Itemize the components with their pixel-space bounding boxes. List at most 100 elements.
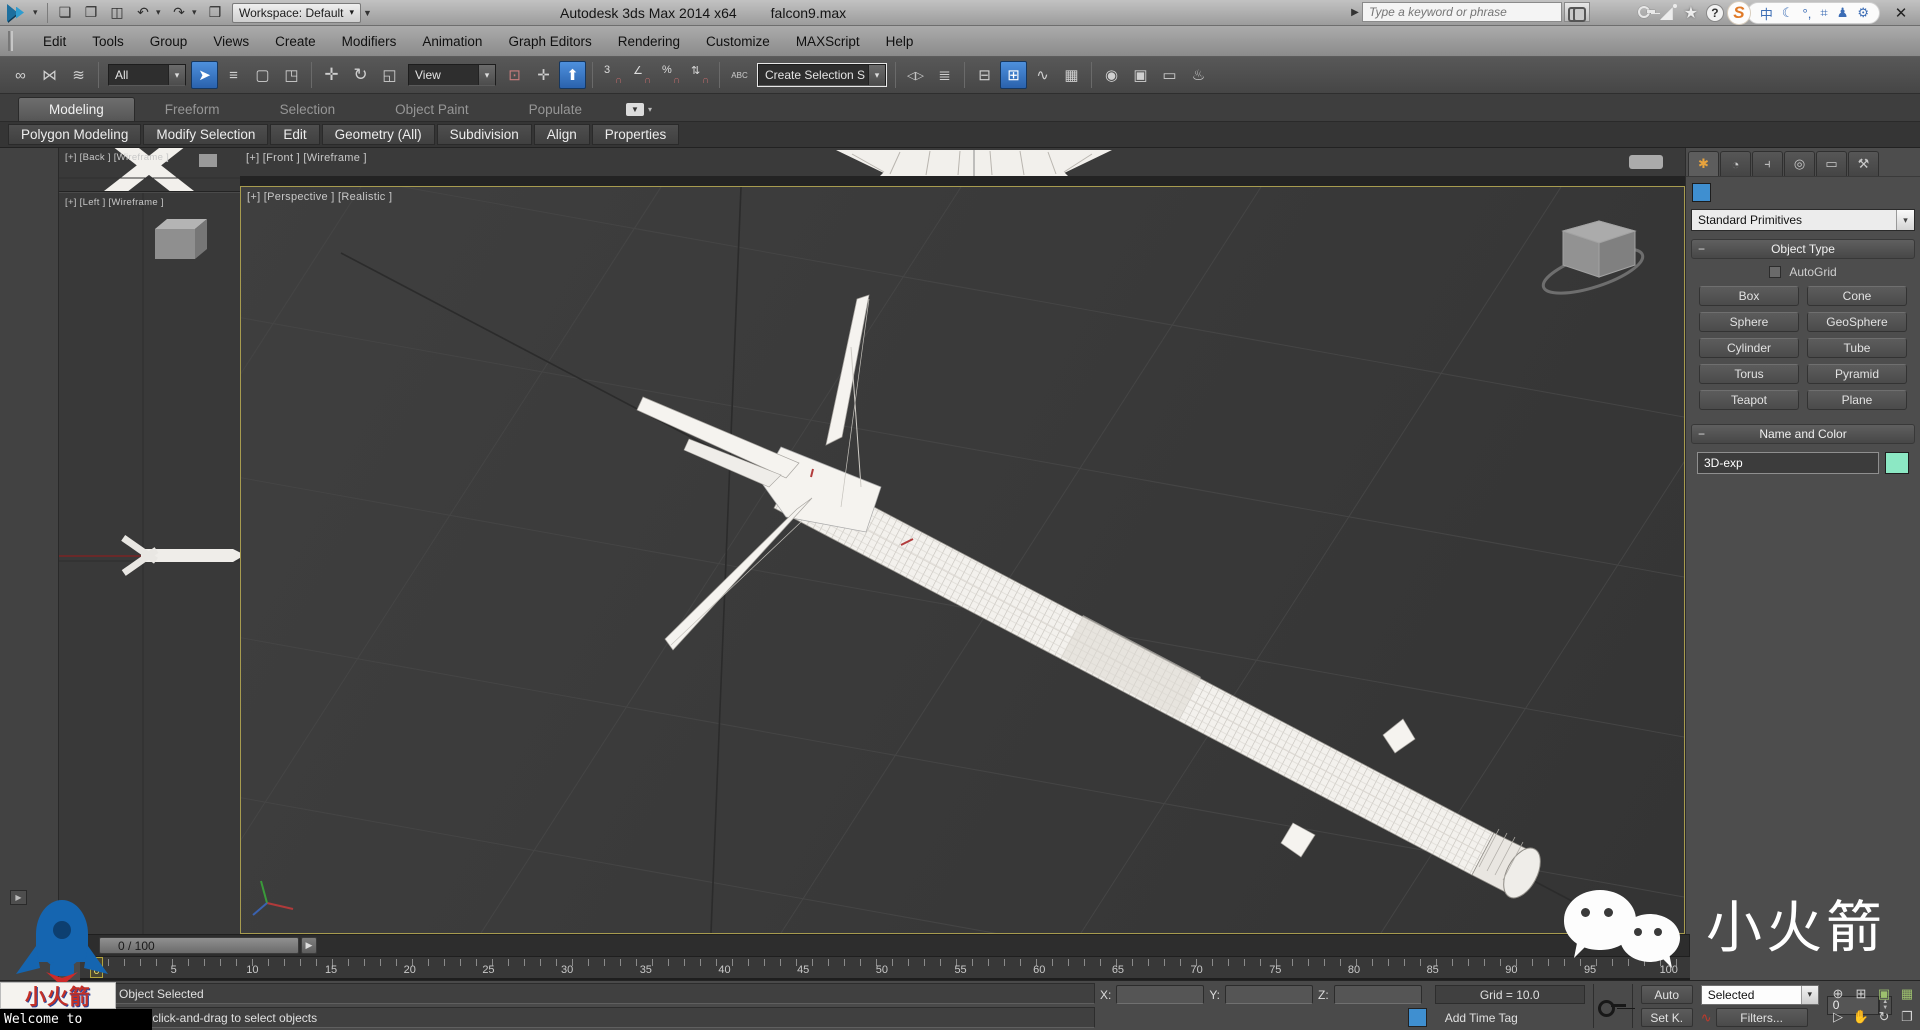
menu-item[interactable]: MAXScript xyxy=(783,26,873,56)
menu-item[interactable]: Group xyxy=(137,26,201,56)
reference-coordinate-dropdown[interactable]: View▾ xyxy=(408,64,496,86)
track-bar[interactable]: 0510152025303540455055606570758085909510… xyxy=(80,957,1690,980)
primitive-button[interactable]: Pyramid xyxy=(1807,364,1907,384)
viewport-front[interactable]: [+] [Front ] [Wireframe ] xyxy=(240,148,1685,176)
search-input[interactable] xyxy=(1362,2,1562,22)
primitive-button[interactable]: Cylinder xyxy=(1699,338,1799,358)
ime-wrench-icon[interactable]: ⚙ xyxy=(1857,5,1869,21)
set-keys-icon[interactable] xyxy=(1598,998,1628,1014)
bind-to-space-warp-icon[interactable]: ≋ xyxy=(65,61,92,89)
project-folder-button[interactable]: ❒ xyxy=(202,2,228,24)
ime-punctuation-icon[interactable]: °, xyxy=(1803,6,1812,21)
angle-snap-icon[interactable]: ∠∩ xyxy=(628,61,655,89)
named-selection-set-dropdown[interactable]: Create Selection S▾ xyxy=(758,64,886,86)
ribbon-panel-button[interactable]: Polygon Modeling xyxy=(8,124,141,145)
curve-editor-icon[interactable]: ∿ xyxy=(1029,61,1056,89)
align-icon[interactable]: ≣ xyxy=(931,61,958,89)
zoom-extents-icon[interactable]: ▣ xyxy=(1873,983,1895,1005)
hierarchy-tab[interactable]: ⫞ xyxy=(1752,151,1783,176)
ribbon-panel-button[interactable]: Modify Selection xyxy=(143,124,268,145)
maximize-viewport-icon[interactable]: ❐ xyxy=(1896,1006,1918,1028)
default-in-out-tangent-icon[interactable]: ∿ xyxy=(1701,1010,1712,1026)
new-file-button[interactable]: ❏ xyxy=(52,2,78,24)
viewport-left[interactable]: [+] [Left ] [Wireframe ] xyxy=(59,192,240,934)
window-crossing-icon[interactable]: ◳ xyxy=(278,61,305,89)
select-by-name-icon[interactable]: ≡ xyxy=(220,61,247,89)
primitive-button[interactable]: Teapot xyxy=(1699,390,1799,410)
help-icon[interactable]: ? xyxy=(1706,4,1724,22)
select-and-link-icon[interactable]: ∞ xyxy=(7,61,34,89)
ribbon-tab[interactable]: Populate xyxy=(499,98,612,121)
mirror-icon[interactable]: ◁▷ xyxy=(902,61,929,89)
zoom-extents-all-icon[interactable]: ▦ xyxy=(1896,983,1918,1005)
viewport-left-label[interactable]: [+] [Left ] [Wireframe ] xyxy=(65,197,164,208)
ribbon-minimize-icon[interactable]: ▼ xyxy=(626,103,644,116)
object-color-swatch[interactable] xyxy=(1885,452,1909,474)
create-tab[interactable]: ✱ xyxy=(1688,151,1719,176)
coord-z-field[interactable] xyxy=(1334,985,1422,1004)
select-and-rotate-icon[interactable]: ↻ xyxy=(347,61,374,89)
primitive-button[interactable]: Box xyxy=(1699,286,1799,306)
object-name-field[interactable]: 3D-exp xyxy=(1697,452,1879,474)
motion-tab[interactable]: ◎ xyxy=(1784,151,1815,176)
select-and-scale-icon[interactable]: ◱ xyxy=(376,61,403,89)
ribbon-panel-button[interactable]: Properties xyxy=(592,124,680,145)
object-type-rollout-header[interactable]: − Object Type xyxy=(1691,239,1915,259)
ime-toolbar[interactable]: 中 ☾ °, ⌗ ♟ ⚙ xyxy=(1747,2,1880,24)
menu-item[interactable]: Rendering xyxy=(605,26,693,56)
ribbon-panel-button[interactable]: Geometry (All) xyxy=(322,124,435,145)
spinner-snap-icon[interactable]: ⇅∩ xyxy=(686,61,713,89)
percent-snap-icon[interactable]: %∩ xyxy=(657,61,684,89)
menu-item[interactable]: Customize xyxy=(693,26,783,56)
ribbon-panel-button[interactable]: Align xyxy=(534,124,590,145)
viewport-back-label[interactable]: [+] [Back ] [Wireframe ] xyxy=(65,152,169,163)
menu-item[interactable]: Graph Editors xyxy=(495,26,604,56)
open-file-button[interactable]: ❐ xyxy=(78,2,104,24)
select-object-icon[interactable]: ➤ xyxy=(191,61,218,89)
keyboard-shortcut-override-icon[interactable]: ⬆ xyxy=(559,61,586,89)
undo-dropdown-icon[interactable]: ▾ xyxy=(156,7,166,18)
close-icon[interactable]: ✕ xyxy=(1890,3,1912,23)
orbit-icon[interactable]: ↻ xyxy=(1873,1006,1895,1028)
viewport-front-label[interactable]: [+] [Front ] [Wireframe ] xyxy=(246,152,367,164)
primitive-category-dropdown[interactable]: Standard Primitives▾ xyxy=(1691,209,1915,231)
favorites-star-icon[interactable]: ★ xyxy=(1679,2,1703,24)
coord-x-field[interactable] xyxy=(1116,985,1204,1004)
primitive-button[interactable]: Tube xyxy=(1807,338,1907,358)
modify-tab[interactable]: ◔ xyxy=(1720,151,1751,176)
primitive-button[interactable]: Cone xyxy=(1807,286,1907,306)
ribbon-tab[interactable]: Object Paint xyxy=(365,98,499,121)
primitive-button[interactable]: Torus xyxy=(1699,364,1799,384)
menu-item[interactable]: Views xyxy=(200,26,262,56)
rectangular-selection-region-icon[interactable]: ▢ xyxy=(249,61,276,89)
license-key-icon[interactable] xyxy=(1635,2,1657,24)
auto-key-button[interactable]: Auto xyxy=(1641,985,1693,1004)
filters-button[interactable]: Filters... xyxy=(1716,1008,1808,1027)
add-time-tag[interactable]: Add Time Tag xyxy=(1435,1011,1585,1025)
time-tag-swatch[interactable] xyxy=(1408,1008,1427,1027)
zoom-all-icon[interactable]: ⊞ xyxy=(1850,983,1872,1005)
ime-user-icon[interactable]: ♟ xyxy=(1837,5,1849,21)
select-and-move-icon[interactable]: ✛ xyxy=(318,61,345,89)
time-slider[interactable]: 0 / 100 ▶ xyxy=(80,934,1690,957)
next-frame-button[interactable]: ▶ xyxy=(301,937,317,954)
viewport-divider[interactable] xyxy=(240,176,1685,186)
ime-keyboard-icon[interactable]: ⌗ xyxy=(1820,5,1827,21)
render-setup-icon[interactable]: ▣ xyxy=(1127,61,1154,89)
layer-manager-icon[interactable]: ⊟ xyxy=(971,61,998,89)
snap-toggle-3d-icon[interactable]: 3∩ xyxy=(599,61,626,89)
ime-language-icon[interactable]: 中 xyxy=(1760,4,1773,23)
utilities-tab[interactable]: ⚒ xyxy=(1848,151,1879,176)
search-expand-button[interactable]: ▶ xyxy=(1348,2,1362,22)
use-pivot-point-icon[interactable]: ⊡ xyxy=(501,61,528,89)
menu-item[interactable]: Edit xyxy=(30,26,79,56)
viewport-back[interactable]: [+] [Back ] [Wireframe ] xyxy=(59,148,240,192)
viewport-controls-handle[interactable] xyxy=(1629,155,1663,169)
key-filters-dropdown[interactable]: Selected▾ xyxy=(1701,985,1819,1005)
material-editor-icon[interactable]: ◉ xyxy=(1098,61,1125,89)
workspace-expand-icon[interactable]: ▼ xyxy=(363,8,373,18)
logo-dropdown-icon[interactable]: ▾ xyxy=(33,7,43,18)
ribbon-tab[interactable]: Freeform xyxy=(135,98,250,121)
geometry-category-icon[interactable] xyxy=(1692,183,1711,202)
ime-moon-icon[interactable]: ☾ xyxy=(1782,5,1794,21)
